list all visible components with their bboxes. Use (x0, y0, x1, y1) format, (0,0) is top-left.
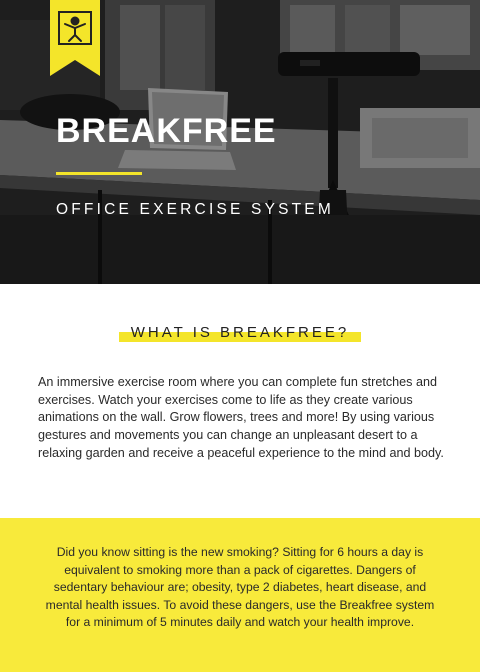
hero-subtitle: OFFICE EXERCISE SYSTEM (56, 201, 334, 218)
intro-paragraph: An immersive exercise room where you can… (38, 375, 444, 460)
intro-heading: WHAT IS BREAKFREE? (118, 324, 362, 342)
title-underline (56, 172, 142, 175)
breakfree-logo (50, 0, 100, 76)
facts-paragraph: Did you know sitting is the new smoking?… (45, 545, 435, 630)
hero-title: BREAKFREE (56, 112, 277, 150)
intro-heading-wrap: WHAT IS BREAKFREE? (0, 324, 480, 342)
hero-banner: BREAKFREE OFFICE EXERCISE SYSTEM (0, 0, 480, 284)
intro-heading-text: WHAT IS BREAKFREE? (130, 324, 350, 341)
